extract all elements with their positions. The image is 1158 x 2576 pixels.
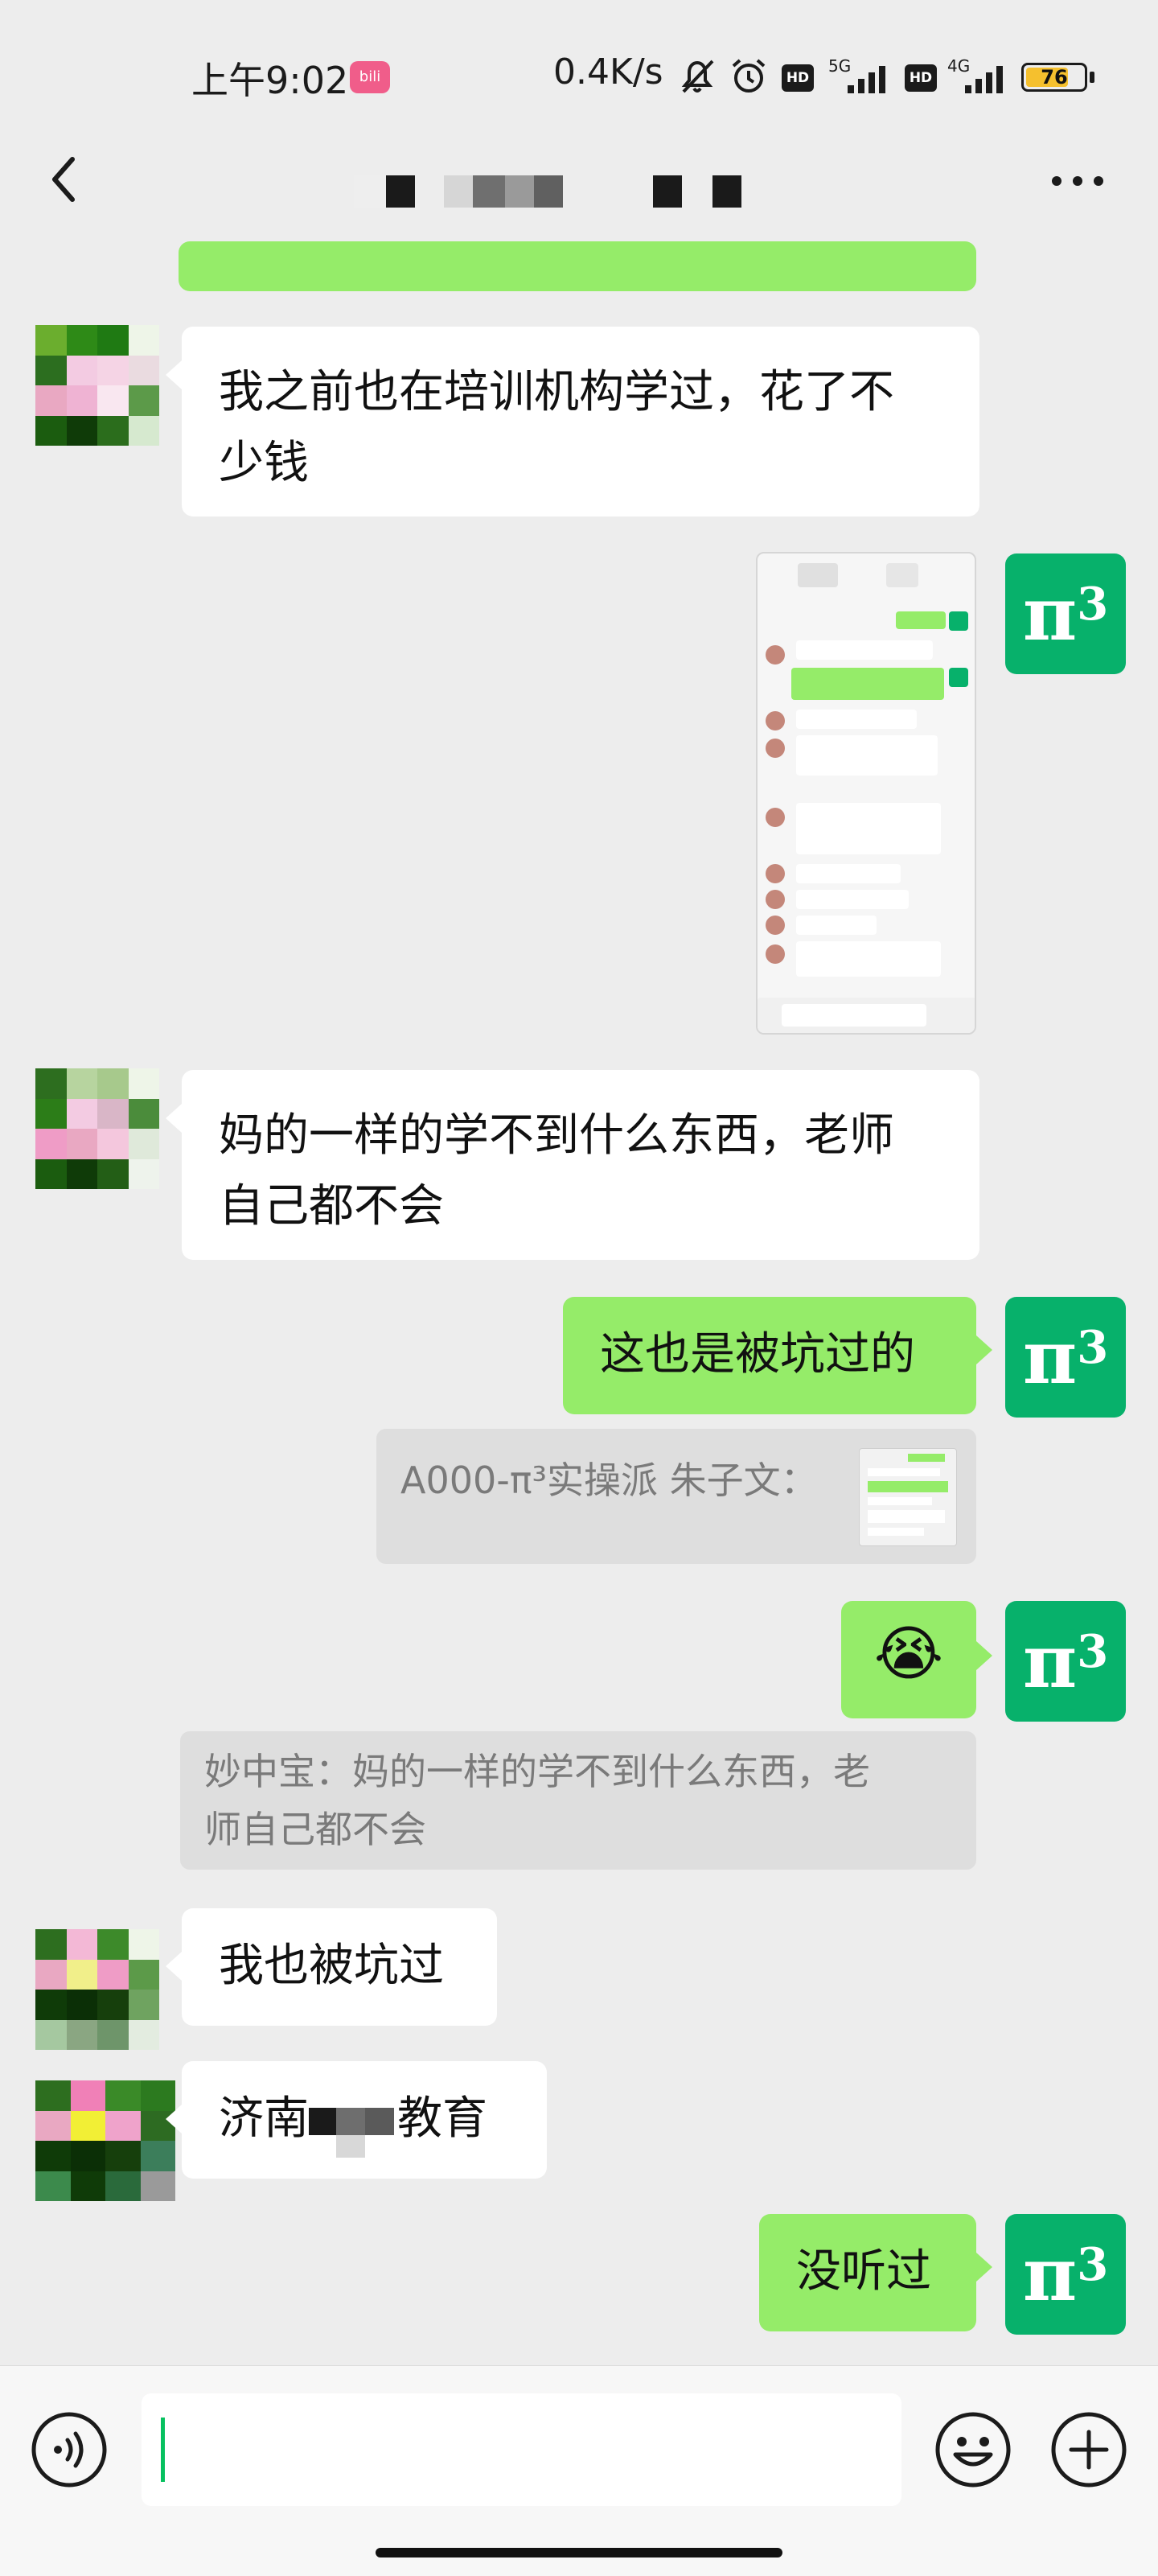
screenshot-image[interactable] xyxy=(756,552,976,1035)
message-bubble-1[interactable]: 我之前也在培训机构学过，花了不 少钱 xyxy=(182,327,979,516)
avatar-me[interactable]: π3 xyxy=(1005,1297,1126,1418)
more-dots-icon[interactable] xyxy=(1045,161,1110,201)
emoji-icon[interactable] xyxy=(933,2409,1013,2490)
status-time: 上午9:02 xyxy=(191,59,349,102)
voice-icon[interactable] xyxy=(29,2409,109,2490)
message-text-end: 教育 xyxy=(397,2092,487,2145)
bubble-tail xyxy=(166,1952,182,1981)
battery-icon: 76 xyxy=(1021,63,1087,92)
quote-text-line: 妙中宝：妈的一样的学不到什么东西，老 xyxy=(204,1750,870,1793)
quoted-reference[interactable]: A000-π³实操派 朱子文： xyxy=(376,1429,976,1564)
message-text: 我也被坑过 xyxy=(219,1940,444,1992)
chevron-left-icon[interactable] xyxy=(40,151,88,208)
message-input[interactable] xyxy=(142,2393,901,2506)
quote-thumbnail xyxy=(859,1448,957,1546)
alarm-icon xyxy=(732,59,766,93)
crying-laughing-emoji: 😭 xyxy=(873,1619,944,1689)
battery-tip xyxy=(1090,72,1094,83)
message-bubble-partial[interactable] xyxy=(179,241,976,291)
signal-bars-icon-1 xyxy=(848,66,885,93)
avatar-other-4[interactable] xyxy=(35,2080,175,2201)
chat-title-redacted xyxy=(354,175,756,208)
text-cursor xyxy=(161,2418,165,2482)
bubble-tail xyxy=(976,2253,992,2282)
message-bubble-10[interactable]: 没听过 xyxy=(759,2214,976,2331)
message-text-start: 济南 xyxy=(219,2092,309,2145)
network-speed: 0.4K/s xyxy=(553,51,663,93)
message-text-line: 少钱 xyxy=(219,437,309,489)
battery-percentage: 76 xyxy=(1041,66,1068,88)
message-text: 这也是被坑过的 xyxy=(600,1328,915,1381)
message-bubble-4[interactable]: 这也是被坑过的 xyxy=(563,1297,976,1414)
message-bubble-8[interactable]: 我也被坑过 xyxy=(182,1908,497,2026)
message-bubble-3[interactable]: 妈的一样的学不到什么东西，老师 自己都不会 xyxy=(182,1070,979,1260)
bubble-tail xyxy=(976,1641,992,1670)
hd-badge-1: HD xyxy=(782,64,814,92)
message-bubble-9[interactable]: 济南 教育 xyxy=(182,2061,547,2179)
status-bar: 上午9:02 bili 0.4K/s HD 5G HD 4G 76 xyxy=(0,0,1158,145)
message-text: 没听过 xyxy=(796,2245,931,2298)
avatar-me[interactable]: π3 xyxy=(1005,553,1126,674)
redacted-mosaic xyxy=(309,2101,397,2158)
avatar-me[interactable]: π3 xyxy=(1005,1601,1126,1722)
bubble-tail xyxy=(166,2105,182,2134)
bubble-tail xyxy=(976,1335,992,1364)
home-indicator[interactable] xyxy=(376,2548,782,2557)
avatar-other-3[interactable] xyxy=(35,1929,159,2050)
avatar-me[interactable]: π3 xyxy=(1005,2214,1126,2335)
bubble-tail xyxy=(166,1104,182,1133)
quote-text-line: 师自己都不会 xyxy=(204,1808,426,1851)
quote-text: A000-π³实操派 朱子文： xyxy=(400,1459,818,1502)
avatar-other-2[interactable] xyxy=(35,1068,159,1189)
message-text-line: 自己都不会 xyxy=(219,1180,444,1232)
message-text-line: 妈的一样的学不到什么东西，老师 xyxy=(219,1109,894,1162)
plus-icon[interactable] xyxy=(1049,2409,1129,2490)
quoted-reference[interactable]: 妙中宝：妈的一样的学不到什么东西，老 师自己都不会 xyxy=(180,1731,976,1870)
bilibili-app-icon: bili xyxy=(350,61,390,93)
avatar-other-1[interactable] xyxy=(35,325,159,446)
hd-badge-2: HD xyxy=(905,64,937,92)
bubble-tail xyxy=(166,360,182,389)
message-text-line: 我之前也在培训机构学过，花了不 xyxy=(219,366,894,418)
signal-bars-icon-2 xyxy=(965,66,1003,93)
mute-bell-icon xyxy=(681,60,714,93)
message-bubble-emoji[interactable]: 😭 xyxy=(841,1601,976,1718)
